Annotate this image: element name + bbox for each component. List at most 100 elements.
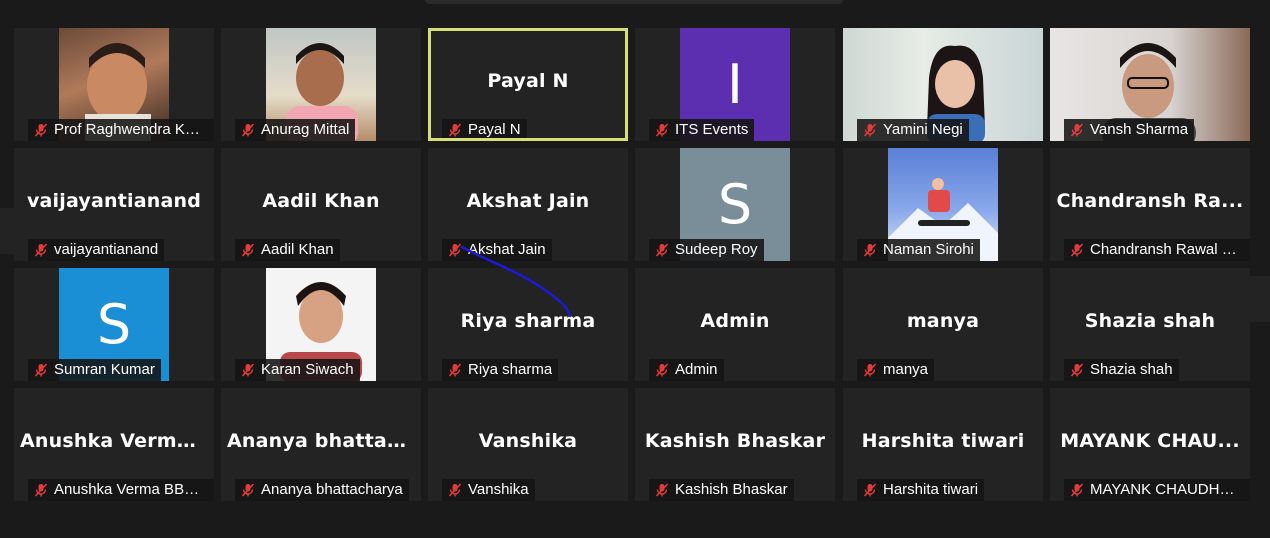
participant-name: Riya sharma [468, 361, 553, 378]
participant-name: Shazia shah [1090, 361, 1173, 378]
gallery-prev-handle[interactable] [0, 208, 22, 254]
participant-name: Karan Siwach [261, 361, 354, 378]
participant-name: Prof Raghwendra Kum... [54, 121, 208, 138]
participant-name-label: Payal N [442, 119, 527, 138]
participant-name-label: Sumran Kumar [28, 359, 161, 381]
participant-name-label: Kashish Bhaskar [649, 479, 794, 501]
participant-name-label: manya [857, 359, 935, 381]
participant-tile[interactable]: Anushka Verma... Anushka Verma BBA s... [14, 388, 214, 501]
participant-name-label: Aadil Khan [235, 239, 340, 261]
participant-name-label: Akshat Jain [442, 239, 552, 261]
participant-name-label: Yamini Negi [857, 119, 969, 141]
mic-muted-icon [241, 123, 261, 137]
participant-display-name: MAYANK CHAU... [1060, 430, 1240, 452]
participant-tile[interactable]: Harshita tiwari Harshita tiwari [843, 388, 1043, 501]
participant-tile[interactable]: S Sudeep Roy [635, 148, 835, 261]
mic-muted-icon [655, 483, 675, 497]
mic-muted-icon [1070, 363, 1090, 377]
participant-name-label: Harshita tiwari [857, 479, 985, 501]
participant-name-label: Karan Siwach [235, 359, 360, 381]
participant-name: ITS Events [675, 121, 749, 138]
participant-tile[interactable]: Akshat Jain Akshat Jain [428, 148, 628, 261]
participant-display-name: Vanshika [478, 430, 578, 452]
participant-name: Admin [675, 361, 718, 378]
participant-name-label: Vanshika [442, 479, 535, 501]
mic-muted-icon [34, 363, 54, 377]
mic-muted-icon [241, 363, 261, 377]
participant-tile[interactable]: Vansh Sharma [1050, 28, 1250, 141]
participant-tile[interactable]: Yamini Negi [843, 28, 1043, 141]
participant-tile[interactable]: vaijayantianand vaijayantianand [14, 148, 214, 261]
participant-tile[interactable]: Aadil Khan Aadil Khan [221, 148, 421, 261]
participant-name-label: Anushka Verma BBA s... [28, 479, 214, 501]
mic-muted-icon [241, 243, 261, 257]
mic-muted-icon [1070, 483, 1090, 497]
participant-display-name: Chandransh Ra... [1056, 190, 1244, 212]
mic-muted-icon [1070, 123, 1090, 137]
mic-muted-icon [1070, 243, 1090, 257]
participant-display-name: Harshita tiwari [861, 430, 1025, 452]
participant-name: Kashish Bhaskar [675, 481, 788, 498]
participant-name: Harshita tiwari [883, 481, 979, 498]
participant-tile[interactable]: Shazia shah Shazia shah [1050, 268, 1250, 381]
participant-name: Naman Sirohi [883, 241, 974, 258]
participant-name-label: vaijayantianand [28, 239, 165, 261]
mic-muted-icon [34, 123, 54, 137]
participant-name: Sudeep Roy [675, 241, 758, 258]
participant-name-label: Sudeep Roy [649, 239, 764, 261]
participant-name: vaijayantianand [54, 241, 159, 258]
mic-muted-icon [448, 483, 468, 497]
participant-display-name: Anushka Verma... [20, 430, 213, 452]
participant-tile[interactable]: Anurag Mittal [221, 28, 421, 141]
participant-display-name: Kashish Bhaskar [644, 430, 826, 452]
participant-name-label: MAYANK CHAUDHARY [1064, 479, 1250, 501]
participant-name: Anurag Mittal [261, 121, 350, 138]
mic-muted-icon [241, 483, 261, 497]
gallery-next-handle[interactable] [1240, 276, 1270, 322]
mic-muted-icon [863, 243, 883, 257]
participant-name-label: Admin [649, 359, 724, 381]
participant-display-name: Akshat Jain [466, 190, 590, 212]
participant-name-label: Ananya bhattacharya [235, 479, 409, 501]
participant-tile[interactable]: S Sumran Kumar [14, 268, 214, 381]
participant-tile[interactable]: MAYANK CHAU... MAYANK CHAUDHARY [1050, 388, 1250, 501]
participant-name-label: Riya sharma [442, 359, 559, 381]
participant-display-name: Admin [700, 310, 770, 332]
participant-tile[interactable]: Chandransh Ra... Chandransh Rawal BB... [1050, 148, 1250, 261]
participant-name-label: Naman Sirohi [857, 239, 980, 261]
participant-display-name: Riya sharma [460, 310, 596, 332]
participant-name: manya [883, 361, 929, 378]
participant-tile[interactable]: Riya sharma Riya sharma [428, 268, 628, 381]
participant-tile[interactable]: manya manya [843, 268, 1043, 381]
participant-name-label: Anurag Mittal [235, 119, 356, 141]
participant-name: Vansh Sharma [1090, 121, 1189, 138]
mic-muted-icon [655, 243, 675, 257]
mic-muted-icon [863, 483, 883, 497]
participant-tile[interactable]: Karan Siwach [221, 268, 421, 381]
participant-tile[interactable]: Ananya bhattac... Ananya bhattacharya [221, 388, 421, 501]
participant-name-label: Prof Raghwendra Kum... [28, 119, 214, 141]
participant-tile[interactable]: Vanshika Vanshika [428, 388, 628, 501]
participant-tile[interactable]: I ITS Events [635, 28, 835, 141]
mic-muted-icon [655, 363, 675, 377]
participant-name-label: Shazia shah [1064, 359, 1179, 381]
participant-name-label: Vansh Sharma [1064, 119, 1195, 141]
participant-display-name: Aadil Khan [262, 190, 380, 212]
participant-tile[interactable]: Admin Admin [635, 268, 835, 381]
participant-display-name: manya [906, 310, 980, 332]
participant-name-label: Chandransh Rawal BB... [1064, 239, 1250, 261]
mic-muted-icon [448, 363, 468, 377]
gallery-grid: Prof Raghwendra Kum... Anurag Mittal Payal… [0, 0, 1270, 538]
participant-name: Sumran Kumar [54, 361, 155, 378]
participant-tile[interactable]: Kashish Bhaskar Kashish Bhaskar [635, 388, 835, 501]
participant-name: Payal N [468, 121, 521, 138]
participant-display-name: Payal N [487, 70, 569, 92]
participant-tile[interactable]: Naman Sirohi [843, 148, 1043, 261]
participant-name: MAYANK CHAUDHARY [1090, 481, 1244, 498]
participant-tile[interactable]: Prof Raghwendra Kum... [14, 28, 214, 141]
participant-tile[interactable]: Payal N Payal N [428, 28, 628, 141]
mic-muted-icon [863, 363, 883, 377]
participant-name: Akshat Jain [468, 241, 546, 258]
mic-muted-icon [448, 243, 468, 257]
mic-muted-icon [34, 243, 54, 257]
